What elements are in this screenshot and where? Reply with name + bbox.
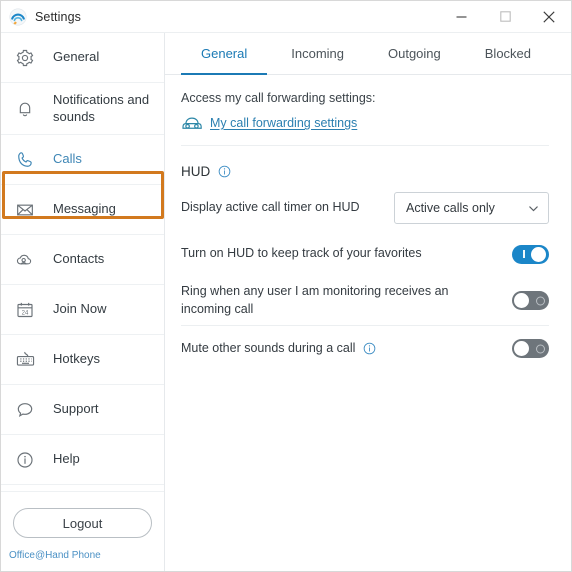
- calendar-24-icon: 24: [15, 298, 43, 322]
- tab-bar: General Incoming Outgoing Blocked: [165, 33, 571, 75]
- mute-sounds-label-text: Mute other sounds during a call: [181, 340, 356, 355]
- tab-blocked[interactable]: Blocked: [463, 33, 553, 74]
- hud-timer-selected-value: Active calls only: [406, 201, 495, 215]
- hud-favorites-toggle[interactable]: [512, 244, 549, 264]
- window-controls: [439, 1, 571, 33]
- chat-bubble-icon: [15, 398, 43, 422]
- sidebar: General Notifications and sounds Calls M…: [1, 33, 165, 571]
- settings-window: Settings General Notifications and sound…: [0, 0, 572, 572]
- sidebar-item-messaging[interactable]: Messaging: [1, 185, 164, 235]
- window-body: General Notifications and sounds Calls M…: [1, 33, 571, 571]
- sidebar-item-notifications-and-sounds[interactable]: Notifications and sounds: [1, 83, 164, 135]
- keyboard-icon: [15, 348, 43, 372]
- window-title: Settings: [35, 9, 81, 24]
- main-panel: General Incoming Outgoing Blocked Access…: [165, 33, 571, 571]
- bell-icon: [15, 97, 43, 121]
- info-icon[interactable]: [218, 165, 231, 178]
- rc-logo-icon: [9, 8, 27, 26]
- sidebar-item-label: Support: [53, 401, 99, 417]
- sidebar-item-label: Notifications and sounds: [53, 92, 150, 124]
- gear-icon: [15, 46, 43, 70]
- mute-sounds-label: Mute other sounds during a call: [181, 340, 512, 358]
- mute-sounds-toggle[interactable]: [512, 339, 549, 358]
- sidebar-spacer: [1, 485, 164, 492]
- svg-text:24: 24: [22, 310, 29, 316]
- chevron-down-icon: [528, 203, 539, 214]
- toggle-off-mark-icon: [536, 344, 545, 353]
- tab-incoming[interactable]: Incoming: [269, 33, 366, 74]
- contacts-cloud-icon: [15, 248, 43, 272]
- desk-phone-icon: [181, 115, 203, 131]
- info-icon[interactable]: [363, 342, 376, 355]
- toggle-off-mark-icon: [536, 296, 545, 306]
- envelope-icon: [15, 198, 43, 222]
- hud-timer-row: Display active call timer on HUD Active …: [181, 185, 549, 231]
- logout-area: Logout: [1, 492, 164, 542]
- section-divider: [181, 145, 549, 146]
- sidebar-item-label: Hotkeys: [53, 351, 100, 367]
- hud-ring-row: Ring when any user I am monitoring recei…: [181, 277, 549, 325]
- sidebar-item-label: Calls: [53, 151, 82, 167]
- toggle-on-mark-icon: [523, 250, 525, 258]
- sidebar-item-label: Messaging: [53, 201, 116, 217]
- sidebar-item-contacts[interactable]: Contacts: [1, 235, 164, 285]
- hud-ring-label: Ring when any user I am monitoring recei…: [181, 283, 512, 319]
- phone-icon: [15, 148, 43, 172]
- sidebar-item-label: General: [53, 49, 100, 65]
- info-circle-icon: [15, 448, 43, 472]
- minimize-icon[interactable]: [439, 1, 483, 33]
- hud-heading: HUD: [181, 164, 549, 179]
- sidebar-item-hotkeys[interactable]: Hotkeys: [1, 335, 164, 385]
- forwarding-heading: Access my call forwarding settings:: [181, 91, 376, 105]
- maximize-icon[interactable]: [483, 1, 527, 33]
- sidebar-item-general[interactable]: General: [1, 33, 164, 83]
- toggle-knob: [531, 246, 546, 262]
- settings-content: Access my call forwarding settings: My c…: [165, 75, 571, 372]
- sidebar-item-calls[interactable]: Calls: [1, 135, 164, 185]
- tab-outgoing[interactable]: Outgoing: [366, 33, 463, 74]
- hud-favorites-row: Turn on HUD to keep track of your favori…: [181, 231, 549, 277]
- title-bar: Settings: [1, 1, 571, 33]
- close-icon[interactable]: [527, 1, 571, 33]
- sidebar-item-join-now[interactable]: 24 Join Now: [1, 285, 164, 335]
- sidebar-item-label: Join Now: [53, 301, 107, 317]
- toggle-knob: [514, 293, 529, 309]
- hud-favorites-label: Turn on HUD to keep track of your favori…: [181, 246, 422, 261]
- hud-ring-toggle[interactable]: [512, 291, 549, 311]
- account-footer-link[interactable]: Office@Hand Phone: [1, 542, 164, 571]
- sidebar-item-support[interactable]: Support: [1, 385, 164, 435]
- tab-general[interactable]: General: [179, 33, 269, 75]
- sidebar-item-label: Help: [53, 451, 80, 467]
- sidebar-item-help[interactable]: Help: [1, 435, 164, 485]
- my-call-forwarding-settings-link[interactable]: My call forwarding settings: [210, 116, 357, 130]
- hud-timer-label: Display active call timer on HUD: [181, 200, 360, 215]
- hud-title: HUD: [181, 164, 211, 179]
- mute-sounds-row: Mute other sounds during a call: [181, 326, 549, 372]
- forwarding-link-row[interactable]: My call forwarding settings: [181, 115, 549, 131]
- hud-timer-select[interactable]: Active calls only: [394, 192, 549, 224]
- sidebar-item-label: Contacts: [53, 251, 105, 267]
- logout-button[interactable]: Logout: [13, 508, 152, 538]
- toggle-knob: [514, 341, 529, 356]
- hud-ring-label-text: Ring when any user I am monitoring recei…: [181, 284, 449, 316]
